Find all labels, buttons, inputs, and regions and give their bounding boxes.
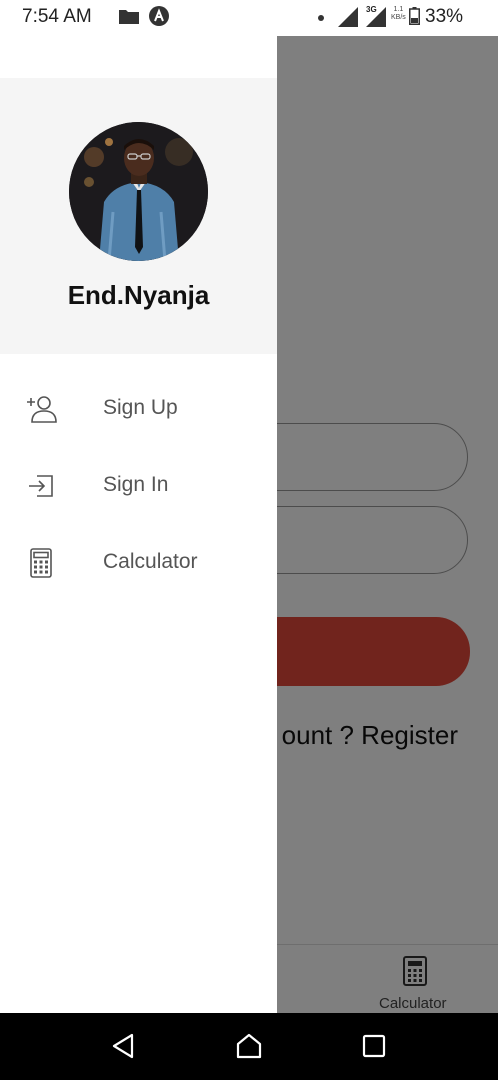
drawer-header: End.Nyanja	[0, 78, 277, 354]
user-name: End.Nyanja	[67, 280, 210, 310]
menu-item-sign-up[interactable]: Sign Up	[0, 370, 277, 447]
home-icon[interactable]	[234, 1031, 264, 1061]
menu-item-label: Sign In	[103, 473, 169, 496]
calculator-icon	[30, 548, 52, 578]
add-user-icon	[27, 396, 57, 423]
folder-icon	[119, 10, 139, 24]
status-bar: 7:54 AM 3G 1.1 KB/s 33%	[0, 0, 498, 36]
status-time: 7:54 AM	[22, 6, 92, 27]
navigation-drawer: End.Nyanja Sign Up Sign In Calculator	[0, 36, 277, 1013]
menu-item-label: Sign Up	[103, 396, 178, 419]
network-speed: 1.1 KB/s	[391, 6, 406, 21]
back-icon[interactable]	[109, 1031, 139, 1061]
avatar	[69, 122, 208, 261]
notification-dot	[318, 15, 324, 21]
app-notification-icon	[149, 6, 169, 26]
profile-photo	[69, 122, 208, 261]
battery-icon	[409, 7, 420, 25]
system-navigation-bar	[0, 1013, 498, 1080]
battery-percent: 33%	[425, 6, 464, 27]
sign-in-icon	[29, 475, 53, 497]
signal-3g-icon	[366, 7, 386, 27]
signal-icon	[338, 7, 358, 27]
recents-icon[interactable]	[359, 1031, 389, 1061]
menu-item-calculator[interactable]: Calculator	[0, 524, 277, 601]
menu-item-sign-in[interactable]: Sign In	[0, 447, 277, 524]
menu-item-label: Calculator	[103, 550, 198, 573]
